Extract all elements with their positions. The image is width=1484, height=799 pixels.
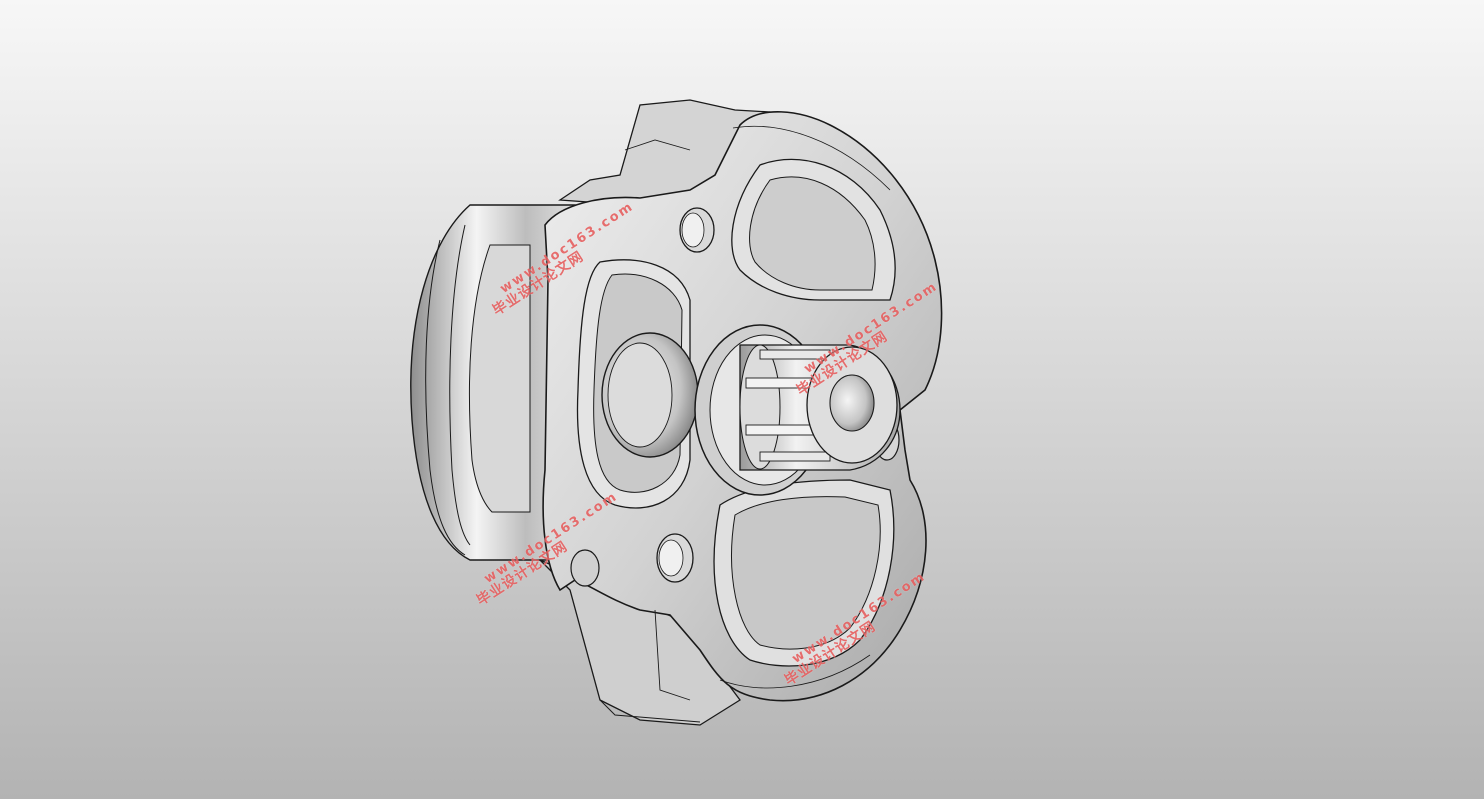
main-bore (601, 332, 699, 458)
cad-viewport[interactable]: www.doc163.com 毕业设计论文网 www.doc163.com 毕业… (0, 0, 1484, 799)
bolt-hole-bottom (656, 533, 694, 583)
3d-model-render[interactable] (0, 0, 1484, 799)
bolt-hole-rear (570, 549, 600, 587)
bolt-hole-top (679, 207, 715, 253)
